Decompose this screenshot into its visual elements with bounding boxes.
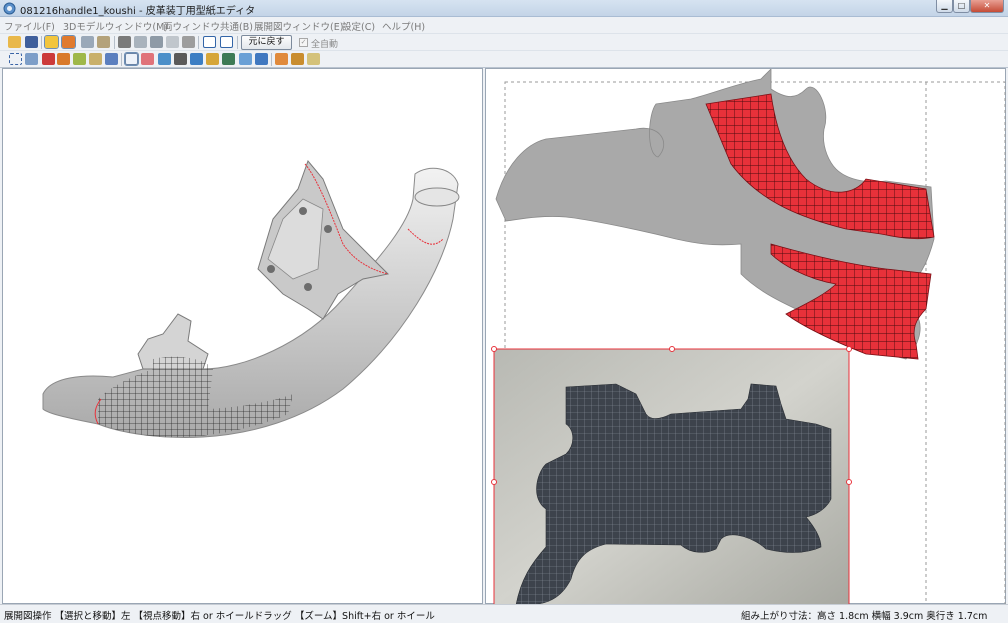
minimize-button[interactable]: ▁ <box>936 0 953 13</box>
auto-checkbox[interactable]: ✓ <box>299 38 308 47</box>
hatch-icon[interactable] <box>174 53 187 65</box>
print-icon[interactable] <box>307 53 320 65</box>
paint-icon[interactable] <box>42 53 55 65</box>
clip-icon[interactable] <box>57 53 70 65</box>
pointer-move-icon[interactable] <box>141 53 154 65</box>
resize-handle[interactable] <box>846 346 852 352</box>
app-icon <box>3 2 16 15</box>
select-arrow-icon[interactable] <box>124 52 139 66</box>
model-3d-canvas[interactable] <box>3 69 484 605</box>
cylinder-icon[interactable] <box>134 36 147 48</box>
toolbar-separator <box>121 53 122 66</box>
pen-icon[interactable] <box>118 36 131 48</box>
export-icon[interactable] <box>291 53 304 65</box>
model-view-icon[interactable] <box>44 35 59 49</box>
toolbar-separator <box>271 53 272 66</box>
resize-handle[interactable] <box>846 479 852 485</box>
ruler-icon[interactable] <box>190 53 203 65</box>
status-dimensions: 組み上がり寸法：高さ 1.8cm 横幅 3.9cm 奥行き 1.7cm <box>741 611 988 622</box>
menu-bar: ファイル(F) 3Dモデルウィンドウ(M) 両ウィンドウ共通(B) 展開図ウィン… <box>0 17 1008 33</box>
toolbar-tools <box>0 50 1008 68</box>
maximize-button[interactable]: □ <box>953 0 970 13</box>
resize-handle[interactable] <box>491 479 497 485</box>
resize-handle[interactable] <box>491 346 497 352</box>
menu-settings[interactable]: 設定(C) <box>342 19 375 33</box>
image-icon[interactable] <box>105 53 118 65</box>
move-3d-icon[interactable] <box>150 36 163 48</box>
cube-icon[interactable] <box>81 36 94 48</box>
window-dual-icon[interactable] <box>220 36 233 48</box>
save-icon[interactable] <box>25 36 38 48</box>
close-button[interactable]: ✕ <box>970 0 1004 13</box>
rotate-icon[interactable] <box>158 53 171 65</box>
leather-photo-overlay[interactable] <box>491 346 852 606</box>
window-title: 081216handle1_koushi - 皮革装丁用型紙エディタ <box>20 6 256 17</box>
screw-hole <box>299 207 307 215</box>
open-folder-icon[interactable] <box>8 36 21 48</box>
model-3d-viewport[interactable] <box>2 68 483 604</box>
measure-icon[interactable] <box>73 53 86 65</box>
toolbar-main: 元に戻す ✓ 全自動 <box>0 33 1008 50</box>
undo-arrow-icon[interactable] <box>255 53 268 65</box>
title-bar: 081216handle1_koushi - 皮革装丁用型紙エディタ ▁ □ ✕ <box>0 0 1008 17</box>
pattern-2d-viewport[interactable] <box>485 68 1007 605</box>
menu-help[interactable]: ヘルプ(H) <box>382 19 425 33</box>
screw-hole <box>304 283 312 291</box>
toolbar-separator <box>237 36 238 49</box>
toolbar-separator <box>114 36 115 49</box>
menu-file[interactable]: ファイル(F) <box>4 19 55 33</box>
toolbar-separator <box>198 36 199 49</box>
photo-icon[interactable] <box>222 53 235 65</box>
grid-icon[interactable] <box>25 53 38 65</box>
tube-end <box>414 187 460 207</box>
window-single-icon[interactable] <box>203 36 216 48</box>
box-select-icon[interactable] <box>166 36 179 48</box>
menu-both-windows[interactable]: 両ウィンドウ共通(B) <box>163 19 253 33</box>
pattern-2d-canvas[interactable] <box>486 69 1007 605</box>
undo-button[interactable]: 元に戻す <box>241 35 292 50</box>
frame-icon[interactable] <box>89 53 102 65</box>
toolbar-separator <box>41 36 42 49</box>
screw-hole <box>324 225 332 233</box>
cube-open-icon[interactable] <box>97 36 110 48</box>
color-icon[interactable] <box>275 53 288 65</box>
menu-3d-model-window[interactable]: 3Dモデルウィンドウ(M) <box>63 19 168 33</box>
cut-icon[interactable] <box>182 36 195 48</box>
status-bar: 展開図操作 【選択と移動】左 【視点移動】右 or ホイールドラッグ 【ズーム】… <box>0 604 1008 623</box>
app-window: 081216handle1_koushi - 皮革装丁用型紙エディタ ▁ □ ✕… <box>0 0 1008 623</box>
text-icon[interactable] <box>206 53 219 65</box>
menu-pattern-window[interactable]: 展開図ウィンドウ(E) <box>254 19 343 33</box>
fit-view-icon[interactable] <box>9 53 22 65</box>
auto-checkbox-label: 全自動 <box>311 40 339 50</box>
zoom-icon[interactable] <box>239 53 252 65</box>
texture-view-icon[interactable] <box>61 35 76 49</box>
screw-hole <box>267 265 275 273</box>
status-instructions: 展開図操作 【選択と移動】左 【視点移動】右 or ホイールドラッグ 【ズーム】… <box>4 611 435 622</box>
resize-handle[interactable] <box>669 346 675 352</box>
